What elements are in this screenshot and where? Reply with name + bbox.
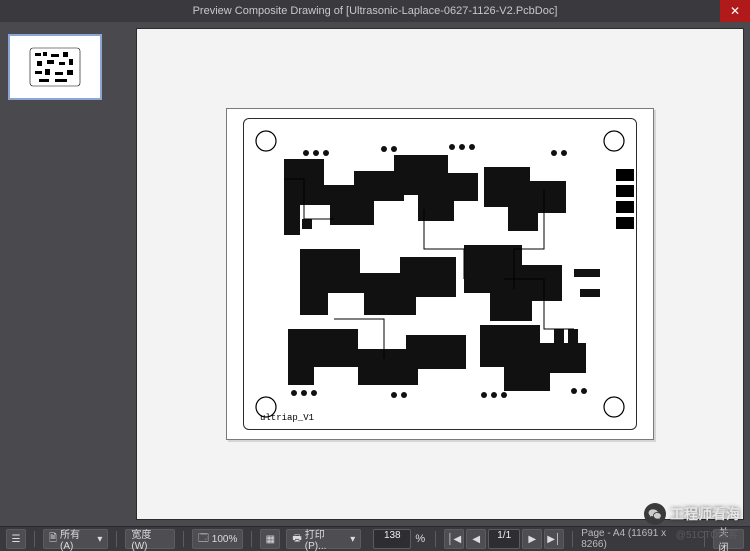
bottom-toolbar: ☰ 🗎 所有 (A) ▾ 宽度 (W) 🗔 100%	[0, 526, 750, 551]
zoom-input[interactable]: 138	[373, 529, 411, 549]
pcb-artwork	[244, 119, 636, 429]
display-icon: 🗔	[198, 531, 209, 548]
all-pages-button[interactable]: 🗎 所有 (A) ▾	[43, 529, 108, 549]
fit-width-button[interactable]: 宽度 (W)	[125, 529, 175, 549]
thumbnail-panel	[0, 22, 136, 526]
page-thumbnail-1[interactable]	[8, 34, 102, 100]
window-title: Preview Composite Drawing of [Ultrasonic…	[193, 0, 558, 22]
page-nav: │◀ ◀ 1/1 ▶ ▶│	[444, 529, 564, 549]
printer-icon: 🖶	[292, 531, 301, 548]
prev-page-button[interactable]: ◀	[466, 529, 486, 549]
page-number-input[interactable]: 1/1	[488, 529, 520, 549]
preview-page: ultriap_V1	[226, 108, 654, 440]
all-pages-label: 所有 (A)	[60, 526, 94, 551]
close-preview-button[interactable]: 关闭	[713, 529, 744, 549]
print-label: 打印 (P)...	[305, 526, 347, 551]
main-area: ultriap_V1	[0, 22, 750, 526]
nav-menu-button[interactable]: ☰	[6, 529, 26, 549]
fit-width-label: 宽度 (W)	[131, 526, 169, 551]
display-settings-button[interactable]: ▦	[260, 529, 280, 549]
last-page-button[interactable]: ▶│	[544, 529, 564, 549]
page-size-status: Page - A4 (11691 x 8266)	[581, 528, 695, 550]
thumbnail-pcb-icon	[29, 47, 81, 87]
zoom-unit-label: %	[413, 533, 427, 545]
first-icon: │◀	[447, 534, 461, 545]
close-icon: ✕	[730, 4, 740, 18]
pcb-board-outline: ultriap_V1	[243, 118, 637, 430]
prev-icon: ◀	[472, 534, 480, 545]
close-preview-label: 关闭	[719, 524, 738, 551]
settings-grid-icon: ▦	[266, 534, 275, 545]
first-page-button[interactable]: │◀	[444, 529, 464, 549]
print-button[interactable]: 🖶 打印 (P)... ▾	[286, 529, 361, 549]
dropdown-icon: ▾	[97, 534, 102, 545]
document-icon: 🗎	[49, 531, 57, 548]
window-close-button[interactable]: ✕	[720, 0, 750, 22]
preview-viewport[interactable]: ultriap_V1	[136, 28, 744, 520]
dropdown-icon: ▾	[350, 534, 355, 545]
zoom-control: 138 %	[373, 529, 427, 549]
next-page-button[interactable]: ▶	[522, 529, 542, 549]
last-icon: ▶│	[547, 534, 561, 545]
board-name-label: ultriap_V1	[260, 413, 314, 423]
zoom-preset-label: 100%	[212, 534, 238, 545]
titlebar: Preview Composite Drawing of [Ultrasonic…	[0, 0, 750, 22]
next-icon: ▶	[528, 534, 536, 545]
menu-icon: ☰	[12, 534, 21, 545]
zoom-preset-button[interactable]: 🗔 100%	[192, 529, 243, 549]
